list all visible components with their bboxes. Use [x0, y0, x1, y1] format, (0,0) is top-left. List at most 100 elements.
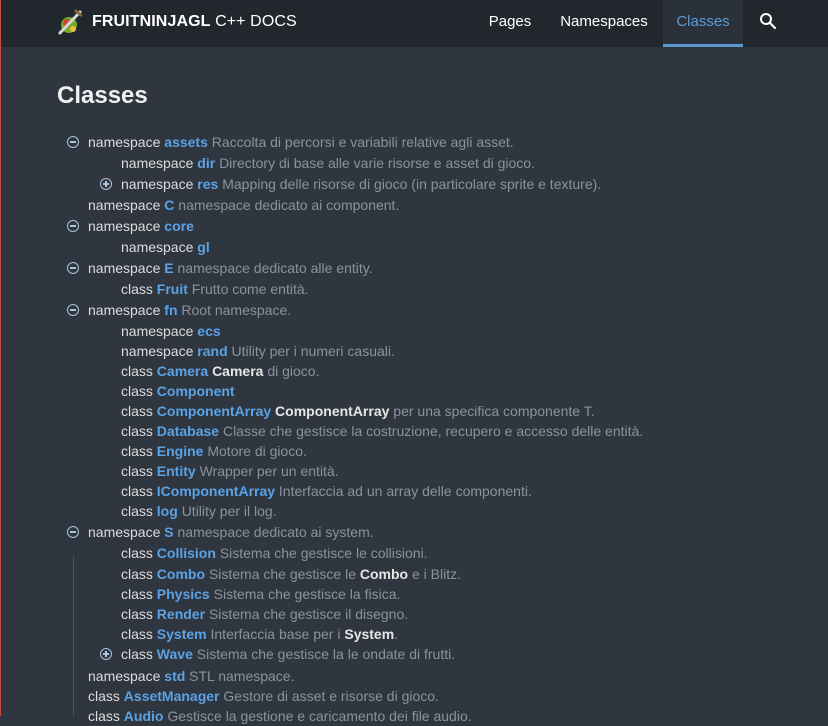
expand-toggle-icon[interactable] — [100, 178, 112, 190]
entry-link[interactable]: log — [157, 503, 178, 519]
entry-kind: namespace — [88, 260, 165, 276]
nav-classes[interactable]: Classes — [663, 0, 743, 47]
entry-link[interactable]: Engine — [157, 443, 204, 459]
entry-link[interactable]: S — [164, 524, 173, 540]
entry-description: Interfaccia base per i System. — [210, 626, 399, 642]
entry-description: ComponentArray per una specifica compone… — [275, 403, 595, 419]
entry-description: Gestore di asset e risorse di gioco. — [223, 688, 439, 704]
tree-row-content: namespace core — [88, 216, 194, 236]
entry-link[interactable]: Component — [157, 383, 235, 399]
collapse-toggle-icon[interactable] — [67, 220, 79, 232]
entry-description: Classe che gestisce la costruzione, recu… — [222, 423, 644, 439]
entry-link[interactable]: E — [164, 260, 173, 276]
entry-link[interactable]: IComponentArray — [157, 483, 275, 499]
entry-kind: class — [121, 606, 157, 622]
nav-pages[interactable]: Pages — [477, 0, 543, 47]
collapse-toggle-icon[interactable] — [67, 136, 79, 148]
entry-description: Directory di base alle varie risorse e a… — [219, 155, 535, 171]
entry-description: Wrapper per un entità. — [199, 463, 339, 479]
entry-link[interactable]: System — [157, 626, 207, 642]
search-icon[interactable] — [759, 12, 777, 30]
entry-description: Root namespace. — [181, 302, 292, 318]
entry-link[interactable]: assets — [164, 134, 208, 150]
brand-link[interactable]: FRUITNINJAGL C++ DOCS — [58, 9, 297, 35]
entry-link[interactable]: fn — [164, 302, 177, 318]
entry-kind: namespace — [121, 155, 198, 171]
entry-link[interactable]: Entity — [157, 463, 196, 479]
entry-kind: class — [121, 646, 157, 662]
nav-namespaces[interactable]: Namespaces — [549, 0, 659, 47]
expand-toggle-icon[interactable] — [100, 648, 112, 660]
entry-kind: namespace — [88, 218, 165, 234]
entry-kind: class — [121, 403, 157, 419]
tree-row-content: class IComponentArray Interfaccia ad un … — [121, 481, 532, 501]
tree-row-content: class ComponentArray ComponentArray per … — [121, 401, 595, 421]
entry-kind: class — [121, 566, 157, 582]
entry-link[interactable]: Camera — [157, 363, 208, 379]
entry-link[interactable]: dir — [197, 155, 215, 171]
entry-link[interactable]: res — [197, 176, 218, 192]
entry-description: Mapping delle risorse di gioco (in parti… — [222, 176, 602, 192]
entry-link[interactable]: ecs — [197, 323, 220, 339]
tree-row-content: namespace gl — [121, 237, 210, 257]
entry-kind: class — [121, 281, 157, 297]
entry-link[interactable]: AssetManager — [124, 688, 220, 704]
entry-link[interactable]: Wave — [157, 646, 193, 662]
entry-description: Sistema che gestisce il disegno. — [208, 606, 409, 622]
entry-kind: namespace — [121, 343, 198, 359]
entry-kind: class — [121, 363, 157, 379]
entry-link[interactable]: std — [164, 668, 185, 684]
entry-link[interactable]: gl — [197, 239, 209, 255]
tree-row-content: namespace res Mapping delle risorse di g… — [121, 174, 601, 194]
collapse-toggle-icon[interactable] — [67, 262, 79, 274]
tree-row-content: class Wave Sistema che gestisce la le on… — [121, 644, 455, 664]
entry-description: Utility per il log. — [181, 503, 277, 519]
entry-description: Sistema che gestisce la fisica. — [213, 586, 401, 602]
entry-description: Frutto come entità. — [191, 281, 309, 297]
collapse-toggle-icon[interactable] — [67, 304, 79, 316]
tree-row-content: namespace std STL namespace. — [88, 666, 295, 686]
entry-link[interactable]: Physics — [157, 586, 210, 602]
page-title: Classes — [57, 82, 148, 109]
entry-description: Gestisce la gestione e caricamento dei f… — [167, 708, 472, 724]
tree-row-content: class log Utility per il log. — [121, 501, 277, 521]
entry-link[interactable]: Render — [157, 606, 205, 622]
entry-kind: class — [121, 423, 157, 439]
entry-link[interactable]: Fruit — [157, 281, 188, 297]
entry-kind: namespace — [88, 134, 165, 150]
tree-row-content: class Database Classe che gestisce la co… — [121, 421, 643, 441]
entry-kind: class — [121, 503, 157, 519]
tree-row-content: namespace ecs — [121, 321, 221, 341]
entry-kind: namespace — [121, 176, 198, 192]
entry-link[interactable]: Collision — [157, 545, 216, 561]
entry-link[interactable]: ComponentArray — [157, 403, 271, 419]
tree-row-content: class Audio Gestisce la gestione e caric… — [88, 706, 472, 726]
entry-link[interactable]: Database — [157, 423, 219, 439]
site-title: FRUITNINJAGL C++ DOCS — [92, 13, 297, 30]
entry-kind: namespace — [88, 668, 165, 684]
tree-row-content: namespace rand Utility per i numeri casu… — [121, 341, 395, 361]
entry-link[interactable]: C — [164, 197, 174, 213]
entry-description: namespace dedicato ai system. — [177, 524, 374, 540]
tree-row-content: class Component — [121, 381, 235, 401]
entry-kind: class — [121, 383, 157, 399]
tree-row-content: class Camera Camera di gioco. — [121, 361, 319, 381]
entry-link[interactable]: rand — [197, 343, 227, 359]
entry-link[interactable]: Combo — [157, 566, 205, 582]
tree-row-content: namespace S namespace dedicato ai system… — [88, 522, 374, 542]
entry-link[interactable]: Audio — [124, 708, 164, 724]
tree-row-content: class Entity Wrapper per un entità. — [121, 461, 339, 481]
top-navbar: FRUITNINJAGL C++ DOCS Pages Namespaces C… — [1, 0, 828, 47]
tree-row-content: class Engine Motore di gioco. — [121, 441, 307, 461]
tree-row-content: class AssetManager Gestore di asset e ri… — [88, 686, 439, 706]
entry-link[interactable]: core — [164, 218, 194, 234]
entry-kind: namespace — [88, 524, 165, 540]
tree-row-content: class System Interfaccia base per i Syst… — [121, 624, 398, 644]
entry-kind: class — [88, 688, 124, 704]
tree-row-content: class Physics Sistema che gestisce la fi… — [121, 584, 400, 604]
entry-kind: namespace — [88, 302, 165, 318]
entry-description: STL namespace. — [189, 668, 295, 684]
entry-description: namespace dedicato alle entity. — [177, 260, 373, 276]
collapse-toggle-icon[interactable] — [67, 526, 79, 538]
tree-row-content: namespace fn Root namespace. — [88, 300, 291, 320]
